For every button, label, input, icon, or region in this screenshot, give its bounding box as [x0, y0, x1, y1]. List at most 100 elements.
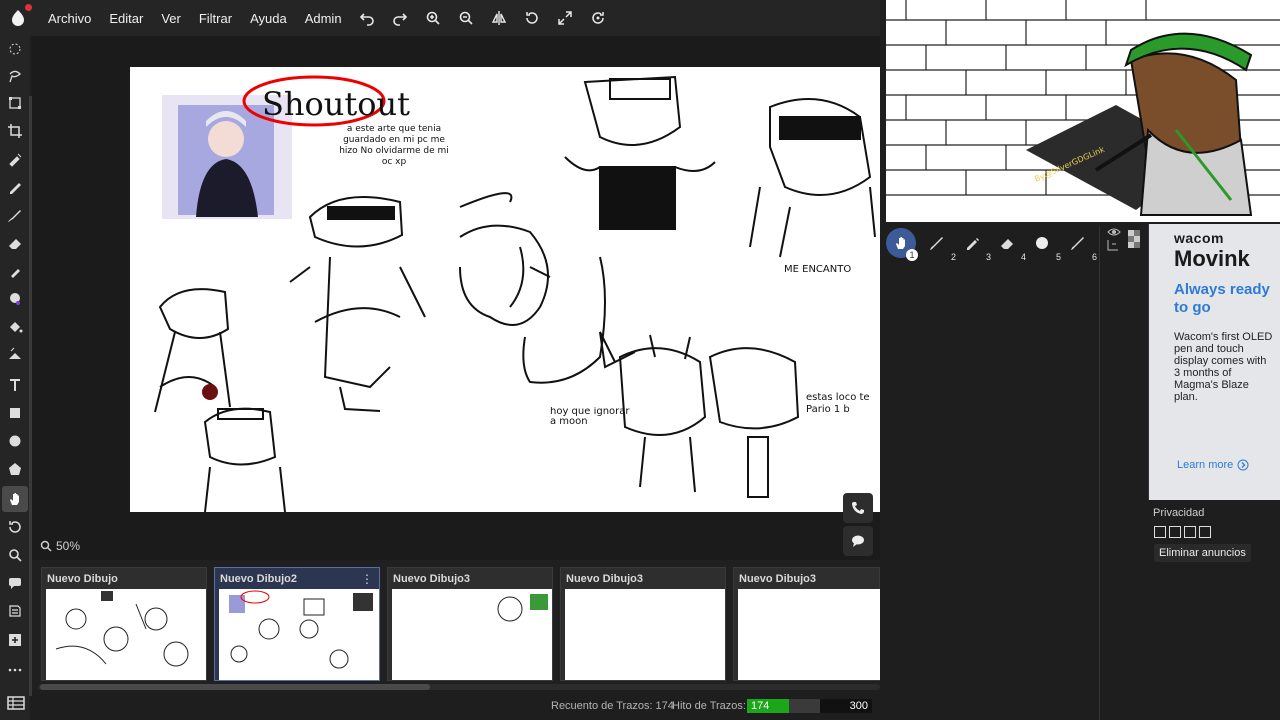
menu-ayuda[interactable]: Ayuda [241, 11, 296, 26]
remove-ads-button[interactable]: Eliminar anuncios [1154, 544, 1251, 562]
menu-filtrar[interactable]: Filtrar [190, 11, 241, 26]
tool-pages[interactable] [2, 598, 28, 624]
privacy-label[interactable]: Privacidad [1153, 507, 1204, 519]
tool-chat[interactable] [2, 570, 28, 596]
menu-admin[interactable]: Admin [296, 11, 351, 26]
call-button[interactable] [843, 493, 873, 523]
tool-blur[interactable] [2, 258, 28, 284]
ad-brand: wacom [1174, 230, 1224, 246]
brush-preset-number: 6 [1091, 252, 1097, 262]
page-thumbnail[interactable]: Nuevo Dibujo3 [387, 567, 553, 681]
left-toolbar [0, 36, 32, 720]
tool-gradient[interactable] [2, 342, 28, 368]
app-logo[interactable] [0, 0, 36, 36]
layout-option-icon[interactable] [1169, 526, 1181, 538]
tool-eyedropper[interactable] [2, 146, 28, 172]
fill-icon [10, 322, 23, 333]
more-options-icon[interactable]: ⋮ [361, 572, 373, 586]
tool-rectangle[interactable] [2, 400, 28, 426]
tool-polygon[interactable] [2, 456, 28, 482]
flip-button[interactable] [483, 0, 516, 36]
tool-more[interactable] [2, 657, 28, 683]
zoom-out-button[interactable] [450, 0, 483, 36]
brush-icon [1071, 237, 1084, 250]
layer-visibility-icon[interactable] [1100, 224, 1146, 254]
tool-add[interactable] [2, 627, 28, 653]
tool-zoom[interactable] [2, 542, 28, 568]
ad-learn-more-link[interactable]: Learn more [1177, 459, 1249, 471]
tool-rotate[interactable] [2, 514, 28, 540]
tool-crop[interactable] [2, 118, 28, 144]
tool-brush[interactable] [2, 202, 28, 228]
brush-preset-1[interactable]: 1 [886, 228, 918, 261]
brush-preset-5[interactable]: 5 [1027, 228, 1061, 262]
layout-option-icon[interactable] [1199, 526, 1211, 538]
panel-divider [1099, 226, 1100, 720]
tool-text[interactable] [2, 372, 28, 398]
menu-archivo[interactable]: Archivo [39, 11, 100, 26]
pen-icon [967, 238, 979, 250]
page-thumbnail[interactable]: Nuevo Dibujo [41, 567, 207, 681]
ellipse-icon [9, 435, 21, 447]
reset-view-button[interactable] [582, 0, 615, 36]
tool-pencil[interactable] [2, 174, 28, 200]
layout-option-icon[interactable] [1154, 526, 1166, 538]
stream-artwork: By@SilverGDGLink [886, 0, 1280, 216]
add-icon [9, 634, 21, 646]
filmstrip-button[interactable] [4, 692, 28, 719]
select-icon [9, 43, 21, 55]
tool-hand[interactable] [2, 486, 28, 512]
stroke-progress-value: 174 [751, 700, 770, 712]
undo-button[interactable] [351, 0, 384, 36]
layout-option-icon[interactable] [1184, 526, 1196, 538]
fullscreen-button[interactable] [549, 0, 582, 36]
transform-icon [9, 97, 21, 109]
tool-ellipse[interactable] [2, 428, 28, 454]
tool-lasso[interactable] [2, 63, 28, 89]
filmstrip-icon [7, 696, 25, 710]
brush-preset-2[interactable]: 2 [922, 228, 956, 262]
advertisement[interactable]: wacom Movink Always ready to go Wacom's … [1148, 224, 1280, 500]
zoom-label: 50% [56, 539, 81, 553]
brush-preset-3[interactable]: 3 [957, 228, 991, 262]
tool-eraser[interactable] [2, 230, 28, 256]
tool-fill[interactable] [2, 314, 28, 340]
stroke-count: Recuento de Trazos: 174 [551, 700, 674, 712]
round-brush-icon [1036, 237, 1048, 249]
tool-smudge[interactable] [2, 286, 28, 312]
page-thumbnail[interactable]: Nuevo Dibujo3 [560, 567, 726, 681]
polygon-icon [9, 463, 21, 475]
tool-transform[interactable] [2, 90, 28, 116]
brush-preset-number: 3 [985, 252, 991, 262]
zoom-in-button[interactable] [417, 0, 450, 36]
notification-dot [25, 4, 32, 11]
eraser-icon [1001, 239, 1013, 249]
fullscreen-icon [558, 11, 572, 25]
menu-ver[interactable]: Ver [152, 11, 190, 26]
page-title: Nuevo Dibujo [47, 573, 118, 585]
phone-icon [852, 502, 864, 514]
brush-preset-6[interactable]: 6 [1063, 228, 1097, 262]
menu-editar[interactable]: Editar [100, 11, 152, 26]
layers-mini [1100, 224, 1146, 254]
tool-select[interactable] [2, 36, 28, 62]
page-title: Nuevo Dibujo2 [220, 573, 298, 585]
rotate-icon [526, 12, 538, 24]
zoom-indicator[interactable]: 50% [40, 539, 80, 553]
page-thumbnail[interactable]: Nuevo Dibujo3 [733, 567, 881, 681]
stream-overlay: By@SilverGDGLink [886, 0, 1280, 224]
brush-preset-4[interactable]: 4 [992, 228, 1026, 262]
zoom-icon [9, 549, 22, 562]
page-thumbnail-active[interactable]: Nuevo Dibujo2 ⋮ [214, 567, 380, 681]
sketch-artwork: Shoutout a este arte que tenia guardado … [154, 75, 876, 512]
rotate-button[interactable] [516, 0, 549, 36]
rotate-icon [9, 521, 21, 533]
chevron-right-icon [1237, 459, 1249, 471]
brush-icon [8, 210, 21, 222]
drawing-canvas[interactable]: Shoutout a este arte que tenia guardado … [130, 67, 880, 512]
canvas-area[interactable]: Shoutout a este arte que tenia guardado … [32, 36, 880, 560]
chat-button[interactable] [843, 526, 873, 556]
redo-button[interactable] [384, 0, 417, 36]
gradient-icon [9, 347, 21, 359]
menu-bar: Archivo Editar Ver Filtrar Ayuda Admin [0, 0, 880, 36]
